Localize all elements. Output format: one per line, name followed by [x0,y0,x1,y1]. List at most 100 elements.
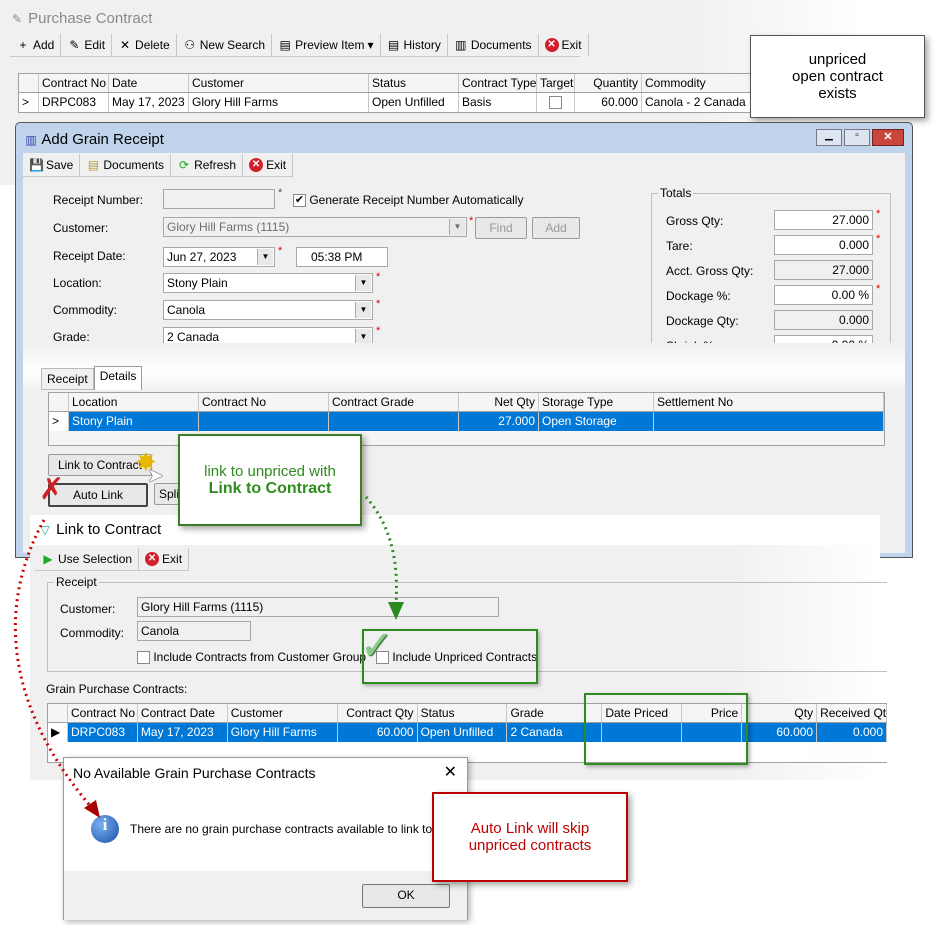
row-header [49,393,69,411]
tab-receipt[interactable]: Receipt [41,368,94,390]
table-cell: Stony Plain [69,412,199,431]
table-cell: Canola - 2 Canada [642,93,752,112]
customer-select[interactable]: Glory Hill Farms (1115) [163,217,467,237]
dropdown-arrow-icon[interactable]: ▾ [367,38,373,52]
required-marker: * [876,208,881,220]
column-header[interactable]: Contract Grade [329,393,459,411]
grid-label: Grain Purchase Contracts: [46,682,188,696]
save-button[interactable]: 💾 Save [23,153,81,176]
details-grid: Location Contract No Contract Grade Net Qty… [48,392,885,446]
exit-button[interactable]: ✕ Exit [243,153,294,176]
checkbox[interactable]: ✔ [293,194,306,208]
commodity-label: Commodity: [60,626,125,640]
add-button[interactable]: + Add [10,33,62,56]
column-header[interactable]: Contract No [199,393,329,411]
table-cell: DRPC083 [39,93,109,112]
column-header[interactable]: Contract No [39,74,109,92]
table-cell: DRPC083 [68,723,138,742]
column-header[interactable]: Commodity [642,74,752,92]
delete-button[interactable]: ✕ Delete [112,33,177,56]
time-picker[interactable]: 05:38 PM [296,247,388,267]
receipt-number-label: Receipt Number: [53,193,144,207]
totals-field[interactable]: 0.000 [774,235,873,255]
use-selection-button[interactable]: ▶ Use Selection [35,547,140,570]
table-cell: Open Unfilled [418,723,508,742]
column-header[interactable]: Customer [228,704,338,722]
table-row[interactable]: > Stony Plain 27.000 Open Storage [49,412,884,431]
column-header[interactable]: Net Qty [459,393,539,411]
exit-button[interactable]: ✕ Exit [139,547,190,570]
title-text: Purchase Contract [28,10,153,27]
column-header[interactable]: Status [369,74,459,92]
column-header[interactable]: Status [418,704,508,722]
edit-icon: ✎ [11,12,23,26]
message-text: There are no grain purchase contracts av… [130,822,436,836]
column-header[interactable]: Location [69,393,199,411]
totals-field[interactable]: 0.00 % [774,285,873,305]
exit-button[interactable]: ✕ Exit [539,33,589,56]
documents-button[interactable]: ▥ Documents [448,33,539,56]
column-header[interactable]: Qty [742,704,818,722]
ok-button[interactable]: OK [362,884,450,908]
table-row[interactable]: ▶ DRPC083 May 17, 2023 Glory Hill Farms 60.0… [48,723,888,742]
refresh-button[interactable]: ⟳ Refresh [171,153,244,176]
receipt-number-input[interactable] [163,189,275,209]
exit-icon: ✕ [145,551,160,566]
commodity-select[interactable]: Canola [163,300,373,320]
table-cell: Open Unfilled [369,93,459,112]
column-header[interactable]: Received Qty [817,704,888,722]
customer-field: Glory Hill Farms (1115) [137,597,499,617]
customer-label: Customer: [53,221,109,235]
totals-group: Totals Gross Qty: 27.000 * Tare: 0.000 * Acct.… [651,186,891,363]
preview-item-button[interactable]: ▤ Preview Item ▾ [272,33,381,56]
label: Use Selection [58,551,133,566]
add-grain-receipt-window: ▥ Add Grain Receipt ▁ ▫ ✕ 💾 Save ▤ Documen… [15,122,913,558]
target-checkbox[interactable] [549,96,562,110]
required-marker: * [876,283,881,295]
documents-button[interactable]: ▤ Documents [80,153,172,176]
callout-unpriced-exists: unpriced open contract exists [750,35,925,118]
totals-label: Dockage Qty: [666,314,739,328]
grid-header: Location Contract No Contract Grade Net Qty… [49,393,884,412]
info-icon: i [91,815,119,843]
column-header[interactable]: Quantity [575,74,642,92]
callout-line: Auto Link will skip [470,820,590,837]
column-header[interactable]: Customer [189,74,369,92]
floppy-icon: 💾 [29,157,44,172]
generate-auto-checkbox[interactable]: ✔ Generate Receipt Number Automatically [293,193,523,208]
column-header[interactable]: Contract Qty [338,704,418,722]
add-button[interactable]: Add [532,217,580,239]
checkbox[interactable] [137,651,150,665]
include-group-checkbox[interactable]: Include Contracts from Customer Group [137,650,366,665]
callout-line: open contract [792,68,883,85]
window-title: ▽ Link to Contract [38,521,161,538]
edit-button[interactable]: ✎ Edit [61,33,113,56]
group-title: Totals [658,186,694,200]
title-text: Link to Contract [56,521,162,538]
receipt-date-picker[interactable]: Jun 27, 2023 [163,247,275,267]
history-button[interactable]: ▤ History [381,33,448,56]
x-icon: ✕ [120,37,131,52]
column-header[interactable]: Contract Type [459,74,537,92]
label: Add [33,37,55,52]
column-header[interactable]: Target [537,74,575,92]
table-row[interactable]: > DRPC083 May 17, 2023 Glory Hill Farms Open… [19,93,757,112]
required-marker: * [876,233,881,245]
column-header[interactable]: Date [109,74,189,92]
find-button[interactable]: Find [475,217,527,239]
close-button[interactable]: ✕ [444,762,457,782]
column-header[interactable]: Contract No [68,704,138,722]
totals-field[interactable]: 27.000 [774,210,873,230]
minimize-button[interactable]: ▁ [816,129,842,146]
close-button[interactable]: ✕ [872,129,904,146]
tab-details[interactable]: Details [93,366,143,390]
column-header[interactable]: Storage Type [539,393,654,411]
play-icon: ▶ [43,551,53,566]
location-select[interactable]: Stony Plain [163,273,373,293]
column-header[interactable]: Settlement No [654,393,884,411]
new-search-button[interactable]: ⚇ New Search [177,33,273,56]
label: New Search [199,37,266,52]
column-header[interactable]: Contract Date [138,704,228,722]
exit-icon: ✕ [249,157,264,172]
maximize-button[interactable]: ▫ [844,129,870,146]
